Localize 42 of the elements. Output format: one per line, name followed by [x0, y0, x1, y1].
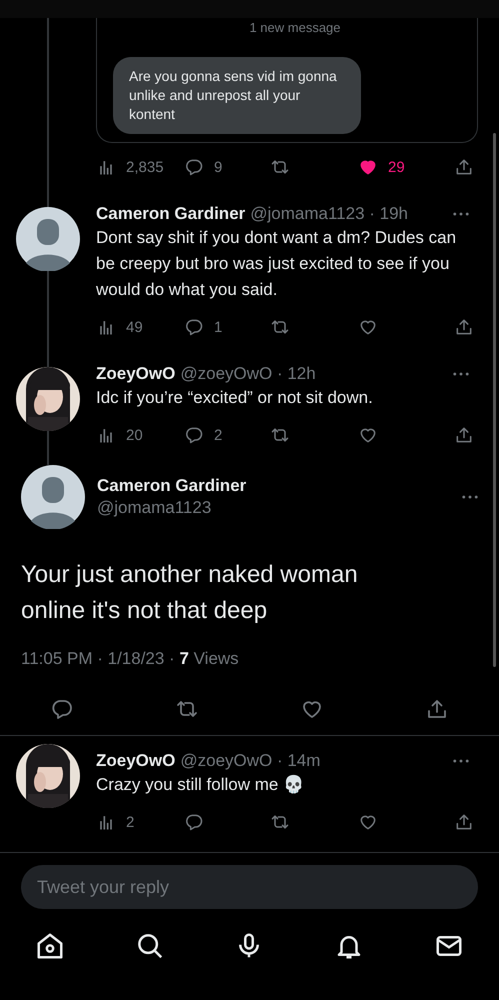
reply-icon[interactable]: [50, 697, 74, 721]
reply-icon[interactable]: [184, 812, 204, 832]
avatar-icon[interactable]: [16, 207, 80, 271]
scrollbar[interactable]: [493, 133, 496, 667]
share-icon[interactable]: [454, 317, 474, 337]
reply-icon[interactable]: [184, 317, 204, 337]
reply-field[interactable]: Tweet your reply: [21, 865, 478, 909]
user-name[interactable]: ZoeyOwO: [96, 750, 176, 772]
reply-icon[interactable]: [184, 425, 204, 445]
reply-icon[interactable]: [184, 157, 204, 177]
tweet-text: Idc if you’re “excited” or not sit down.: [96, 387, 374, 409]
more-icon[interactable]: [462, 495, 478, 499]
more-icon[interactable]: [453, 759, 469, 763]
quoted-message-card[interactable]: 1 new message Are you gonna sens vid im gonna unlike and unrepost all your kontent: [96, 18, 478, 143]
tweet-text: Crazy you still follow me 💀: [96, 774, 306, 796]
view-count: 49: [126, 318, 143, 336]
like-count: 29: [388, 158, 405, 176]
user-name[interactable]: Cameron Gardiner: [97, 475, 450, 497]
user-name[interactable]: ZoeyOwO: [96, 363, 176, 385]
share-icon[interactable]: [454, 425, 474, 445]
message-bubble: Are you gonna sens vid im gonna unlike and unrepost all your kontent: [113, 57, 361, 134]
share-icon[interactable]: [454, 812, 474, 832]
home-icon[interactable]: [34, 931, 65, 961]
view-count: 2,835: [126, 158, 164, 176]
handle-and-time: @zoeyOwO · 12h: [180, 363, 317, 385]
handle-and-time: @jomama1123 · 19h: [250, 203, 410, 225]
tweet-timestamp: 11:05 PM · 1/18/23 · 7 Views: [21, 649, 240, 670]
reply-count: 1: [214, 318, 222, 336]
new-message-label: 1 new message: [249, 20, 341, 35]
reply-count: 9: [214, 158, 222, 176]
more-icon[interactable]: [453, 372, 469, 376]
tweet-text: Your just another naked woman online it's not that deep: [21, 560, 359, 626]
user-handle: @jomama1123: [97, 497, 212, 519]
handle-and-time: @zoeyOwO · 14m: [180, 750, 322, 772]
reply-count: 2: [214, 426, 222, 444]
avatar-icon[interactable]: [21, 465, 85, 529]
tweet-text: Dont say shit if you dont want a dm? Dudes can be creepy but bro was just excited to see if you would do what you said.: [96, 227, 458, 301]
user-name[interactable]: Cameron Gardiner: [96, 203, 246, 225]
share-icon[interactable]: [454, 157, 474, 177]
more-icon[interactable]: [453, 212, 469, 216]
view-count: 20: [126, 426, 143, 444]
view-count: 2: [126, 814, 134, 830]
